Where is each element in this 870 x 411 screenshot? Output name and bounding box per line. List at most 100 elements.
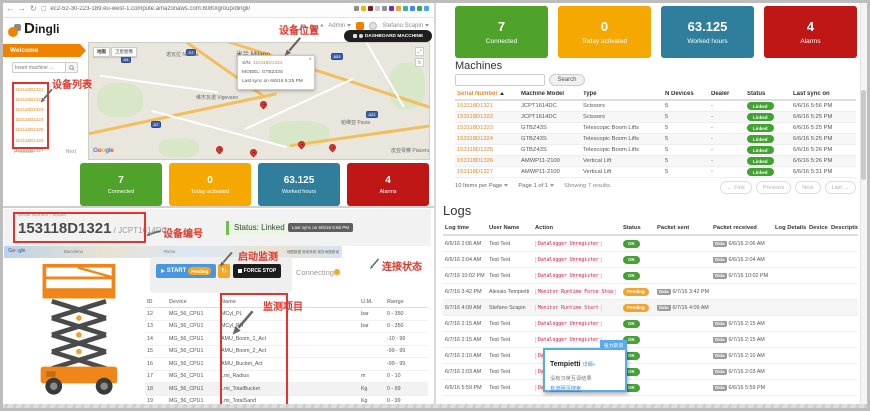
extension-icon[interactable]	[389, 6, 394, 11]
machines-search-button[interactable]: Search	[549, 74, 585, 86]
logs-table-row[interactable]: 6/7/16 2:03 AM Test Test Datalogger Unre…	[443, 364, 858, 380]
cell-log-time: 6/6/16 5:59 PM	[443, 385, 487, 391]
map[interactable]: A4 A4 A51 A7 A21 诺瓦拉 Novara 米兰 Milano 维杰…	[88, 42, 430, 160]
data-badge[interactable]: Data	[657, 289, 671, 295]
extension-icon[interactable]	[410, 6, 415, 11]
dingli-logo[interactable]: Dingli	[8, 20, 60, 37]
force-stop-button[interactable]: FORCE STOP	[233, 264, 281, 278]
logs-table-row[interactable]: 6/7/16 2:15 AM Test Test Datalogger Unre…	[443, 332, 858, 348]
device-list-item[interactable]: 153118D1323	[13, 104, 48, 114]
map-marker[interactable]	[259, 100, 269, 110]
extension-icon[interactable]	[424, 6, 429, 11]
data-badge[interactable]: Data	[713, 385, 727, 391]
device-list-item[interactable]: 153118D1324	[13, 115, 48, 125]
machines-table-row[interactable]: 153118D1327 AMWP11-2100 Vertical Lift 5 …	[455, 167, 856, 178]
per-page-select[interactable]: 10 Items per Page	[455, 183, 508, 189]
machines-table-row[interactable]: 153118D1321 JCPT1614DC Scissors 5 - Link…	[455, 101, 856, 112]
extension-icon[interactable]	[361, 6, 366, 11]
cell-serial-link[interactable]: 153118D1323	[455, 125, 519, 131]
dashboard-macchine-button[interactable]: DASHBOARD MACCHINE	[344, 30, 432, 42]
admin-dropdown[interactable]: Admin	[328, 23, 351, 29]
logs-table-row[interactable]: 6/6/16 2:06 AM Test Test Datalogger Unre…	[443, 236, 858, 252]
logs-table-row[interactable]: 6/6/16 5:59 PM Test Test Datalogger Unre…	[443, 380, 858, 396]
previous-link[interactable]: Previous	[14, 149, 33, 155]
machines-table-row[interactable]: 153118D1325 GTBZ43S Telescopic Boom Lift…	[455, 145, 856, 156]
machines-table-row[interactable]: 153118D1326 AMWP11-2100 Vertical Lift 5 …	[455, 156, 856, 167]
extension-icon[interactable]	[368, 6, 373, 11]
map-rotate-button[interactable]: ↻	[415, 58, 424, 67]
logs-table-row[interactable]: 6/7/16 2:10 AM Test Test Datalogger Unre…	[443, 348, 858, 364]
logs-table-row[interactable]: 6/7/16 10:02 PM Test Test Datalogger Unr…	[443, 268, 858, 284]
logs-table-row[interactable]: 6/7/16 2:15 AM Test Test Datalogger Unre…	[443, 316, 858, 332]
machines-table-row[interactable]: 153118D1324 GTBZ43S Telescopic Boom Lift…	[455, 134, 856, 145]
map-type-map-button[interactable]: 地图	[93, 47, 110, 57]
map-type-satellite-button[interactable]: 卫星图像	[111, 47, 137, 57]
user-dropdown[interactable]: Stefano Scapin	[382, 23, 429, 29]
machines-table-row[interactable]: 153118D1323 GTBZ43S Telescopic Boom Lift…	[455, 123, 856, 134]
logs-table-row[interactable]: 6/6/16 2:04 AM Test Test Datalogger Unre…	[443, 252, 858, 268]
tooltip-tab[interactable]: 强力取词	[600, 340, 627, 350]
cell-user-name: Stefano Scapin	[487, 305, 533, 311]
cell-log-time: 6/7/16 2:03 AM	[443, 369, 487, 375]
data-badge[interactable]: Data	[713, 241, 727, 247]
first-page-button[interactable]: ← First	[720, 181, 752, 194]
data-badge[interactable]: Data	[713, 353, 727, 359]
divider	[434, 0, 436, 411]
back-icon[interactable]: ←	[6, 5, 14, 13]
sort-header[interactable]: Serial Number	[455, 91, 519, 97]
cell-serial-link[interactable]: 153118D1321	[455, 103, 519, 109]
page-select[interactable]: Page 1 of 1	[518, 183, 554, 189]
scrollbar-thumb[interactable]	[861, 90, 866, 180]
machines-search-input[interactable]	[455, 74, 545, 86]
notification-button[interactable]	[356, 22, 364, 30]
cell-model: JCPT1614DC	[519, 114, 581, 120]
extension-icon[interactable]	[417, 6, 422, 11]
sensor-table-row[interactable]: 17 MG_56_CPU1 Lmi_Radius m 0 - 10	[145, 371, 428, 384]
extension-icon[interactable]	[354, 6, 359, 11]
cell-serial-link[interactable]: 153118D1325	[455, 147, 519, 153]
cell-serial-link[interactable]: 153118D1326	[455, 158, 519, 164]
cell-serial-link[interactable]: 153118D1322	[455, 114, 519, 120]
map-marker[interactable]	[249, 148, 259, 158]
search-button[interactable]	[66, 62, 78, 73]
last-page-button[interactable]: Last →	[825, 181, 856, 194]
cell-serial-link[interactable]: 153118D1324	[455, 136, 519, 142]
data-badge[interactable]: Data	[713, 337, 727, 343]
reload-icon[interactable]: ↻	[30, 5, 37, 13]
extension-icon[interactable]	[396, 6, 401, 11]
previous-page-button[interactable]: Previous	[756, 181, 791, 194]
sensor-table-row[interactable]: 18 MG_56_CPU1 Lmi_TotalBucket Kg 0 - 99	[145, 383, 428, 396]
extension-icon[interactable]	[403, 6, 408, 11]
sensor-table-row[interactable]: 14 MG_56_CPU1 AMU_Boom_1_Act -10 - 99	[145, 333, 428, 346]
map-marker[interactable]	[215, 145, 225, 155]
scrollbar-track[interactable]	[860, 0, 867, 411]
machine-search-input[interactable]	[12, 62, 66, 73]
tooltip-detail-link[interactable]: 详细»	[583, 362, 596, 368]
tooltip-search-link[interactable]: 有道网页搜索	[550, 385, 620, 392]
popup-serial-link[interactable]: 153118D1324	[253, 61, 283, 66]
extension-icon[interactable]	[375, 6, 380, 11]
map-marker[interactable]	[328, 143, 338, 153]
data-badge[interactable]: Data	[657, 305, 671, 311]
data-badge[interactable]: Data	[713, 369, 727, 375]
data-badge[interactable]: Data	[713, 321, 727, 327]
device-list-item[interactable]: 153118D1325	[13, 125, 48, 135]
next-page-button[interactable]: Next	[795, 181, 820, 194]
start-button[interactable]: START Pending	[156, 264, 216, 278]
machines-table-row[interactable]: 153118D1322 JCPT1614DC Scissors 5 - Link…	[455, 112, 856, 123]
data-badge[interactable]: Data	[713, 257, 727, 263]
next-link[interactable]: Next	[66, 149, 76, 155]
sensor-table-row[interactable]: 13 MG_56_CPU1 MCyl_PH bar 0 - 350	[145, 321, 428, 334]
sensor-table-row[interactable]: 15 MG_56_CPU1 AMU_Boom_2_Act -99 - 99	[145, 346, 428, 359]
close-icon[interactable]: ×	[308, 57, 312, 63]
forward-icon[interactable]: →	[18, 5, 26, 13]
logs-table-row[interactable]: 6/7/16 4:09 AM Stefano Scapin Monitor Ru…	[443, 300, 858, 316]
sensor-table-row[interactable]: 16 MG_56_CPU1 AMU_Bucket_Act -99 - 99	[145, 358, 428, 371]
fullscreen-button[interactable]: ⤢	[415, 47, 424, 56]
device-list-item[interactable]: 153118D1326	[13, 135, 48, 145]
extension-icon[interactable]	[382, 6, 387, 11]
url-bar[interactable]: ec2-52-30-223-189.eu-west-1.compute.amaz…	[50, 6, 350, 12]
logs-table-row[interactable]: 6/7/16 3:42 PM Alessio Tempietti Monitor…	[443, 284, 858, 300]
cell-serial-link[interactable]: 153118D1327	[455, 169, 519, 175]
data-badge[interactable]: Data	[713, 273, 727, 279]
